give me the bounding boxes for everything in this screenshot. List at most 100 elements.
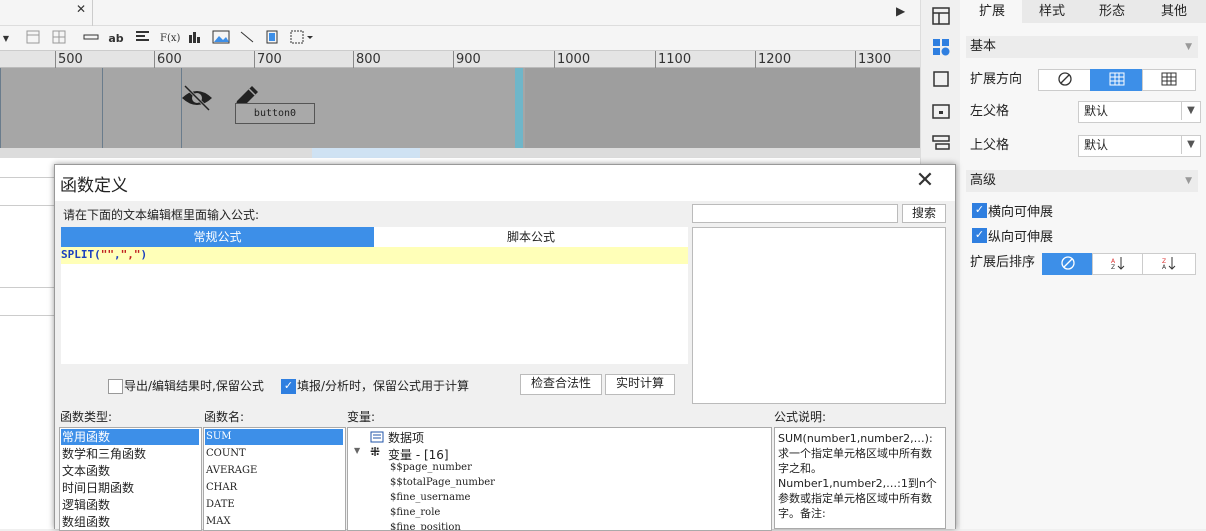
check-validity-button[interactable]: 检查合法性 bbox=[520, 374, 602, 395]
formula-description: SUM(number1,number2,…):求一个指定单元格区域中所有数字之和… bbox=[774, 427, 946, 529]
canvas-widget-button[interactable]: button0 bbox=[235, 103, 315, 124]
close-icon[interactable]: ✕ bbox=[914, 170, 936, 192]
list-item[interactable]: 逻辑函数 bbox=[61, 497, 110, 513]
tree-leaf[interactable]: $$page_number bbox=[390, 462, 472, 473]
function-type-list[interactable]: 常用函数 数学和三角函数 文本函数 时间日期函数 逻辑函数 数组函数 bbox=[59, 427, 202, 531]
top-parent-select[interactable]: 默认 ▼ bbox=[1078, 135, 1201, 157]
sort-none-option[interactable] bbox=[1042, 253, 1094, 275]
image-icon[interactable] bbox=[212, 30, 230, 47]
h-expand-checkbox[interactable]: ✓ bbox=[972, 203, 987, 218]
search-results-box[interactable] bbox=[692, 227, 946, 404]
list-item[interactable]: SUM bbox=[205, 429, 343, 445]
ruler-tick: 500 bbox=[55, 51, 83, 68]
top-parent-value: 默认 bbox=[1084, 138, 1109, 152]
list-item[interactable]: 时间日期函数 bbox=[61, 480, 134, 496]
function-name-header: 函数名: bbox=[204, 410, 245, 424]
search-button[interactable]: 搜索 bbox=[902, 204, 946, 223]
tab-style[interactable]: 样式 bbox=[1022, 0, 1083, 23]
dropdown-arrow-icon[interactable]: ▼ bbox=[1, 30, 11, 47]
list-item[interactable]: MAX bbox=[205, 514, 231, 530]
tree-leaf[interactable]: $$totalPage_number bbox=[390, 477, 495, 488]
advanced-section-title: 高级 bbox=[970, 173, 997, 188]
left-parent-value: 默认 bbox=[1084, 104, 1109, 118]
list-item[interactable]: AVERAGE bbox=[205, 463, 257, 479]
formula-arg1: "" bbox=[100, 248, 114, 261]
search-input[interactable] bbox=[692, 204, 898, 223]
widget-settings-icon[interactable] bbox=[931, 37, 951, 57]
sort-ascending-option[interactable]: AZ bbox=[1092, 253, 1144, 275]
advanced-section-header[interactable]: 高级 ▼ bbox=[966, 170, 1198, 192]
list-item[interactable]: 数组函数 bbox=[61, 514, 110, 530]
sort-descending-option[interactable]: ZA bbox=[1142, 253, 1196, 275]
ruler-tick: 600 bbox=[154, 51, 182, 68]
frame-icon[interactable] bbox=[931, 69, 951, 89]
ruler-tick: 800 bbox=[353, 51, 381, 68]
list-item[interactable]: CHAR bbox=[205, 480, 237, 496]
text-icon[interactable]: ab bbox=[108, 30, 124, 47]
grid-vertical-icon bbox=[1109, 72, 1125, 86]
keep-on-export-checkbox[interactable] bbox=[108, 379, 123, 394]
formula-prompt: 请在下面的文本编辑框里面输入公式: bbox=[63, 208, 260, 222]
expand-direction-label: 扩展方向 bbox=[970, 72, 1023, 87]
chart-icon[interactable] bbox=[187, 30, 203, 47]
chevron-down-icon: ▼ bbox=[1185, 42, 1192, 52]
divider bbox=[92, 0, 93, 26]
line-icon[interactable] bbox=[83, 30, 99, 47]
list-item[interactable]: 文本函数 bbox=[61, 463, 110, 479]
grid-icon[interactable] bbox=[52, 30, 66, 47]
tree-leaf[interactable]: $fine_role bbox=[390, 507, 440, 518]
current-line-highlight bbox=[61, 247, 688, 264]
function-name-list[interactable]: SUM COUNT AVERAGE CHAR DATE MAX bbox=[203, 427, 346, 531]
v-expand-label: 纵向可伸展 bbox=[988, 230, 1054, 245]
tree-leaf[interactable]: $fine_username bbox=[390, 492, 470, 503]
description-header: 公式说明: bbox=[774, 410, 827, 424]
sort-label: 扩展后排序 bbox=[970, 255, 1036, 270]
keep-on-fill-checkbox[interactable]: ✓ bbox=[281, 379, 296, 394]
tab-form[interactable]: 形态 bbox=[1082, 0, 1143, 23]
direction-vertical-option[interactable] bbox=[1090, 69, 1144, 91]
grid-horizontal-icon bbox=[1161, 72, 1177, 86]
tab-script-formula[interactable]: 脚本公式 bbox=[374, 227, 688, 247]
tree-node-data-item[interactable]: 数据项 bbox=[388, 429, 424, 446]
row-line bbox=[0, 205, 56, 206]
tree-leaf[interactable]: $fine_position bbox=[390, 522, 461, 530]
formula-editor[interactable] bbox=[61, 247, 688, 364]
direction-horizontal-option[interactable] bbox=[1142, 69, 1196, 91]
v-expand-checkbox[interactable]: ✓ bbox=[972, 228, 987, 243]
selected-column-header bbox=[312, 148, 420, 158]
list-item[interactable]: 数学和三角函数 bbox=[61, 446, 146, 462]
tree-node-variable-group[interactable]: 变量 - [16] bbox=[388, 446, 449, 463]
formula-icon[interactable]: F(x) bbox=[160, 30, 180, 47]
close-icon[interactable]: ✕ bbox=[76, 3, 86, 15]
basic-section-title: 基本 bbox=[970, 39, 997, 54]
basic-section-header[interactable]: 基本 ▼ bbox=[966, 36, 1198, 58]
page-icon[interactable] bbox=[265, 30, 279, 47]
list-item[interactable]: DATE bbox=[205, 497, 235, 513]
hidden-eye-icon[interactable] bbox=[180, 82, 214, 112]
ruler-tick: 700 bbox=[254, 51, 282, 68]
list-item[interactable]: 常用函数 bbox=[61, 429, 199, 445]
tab-expand[interactable]: 扩展 bbox=[962, 0, 1023, 23]
slash-icon[interactable] bbox=[239, 30, 255, 47]
realtime-calc-button[interactable]: 实时计算 bbox=[605, 374, 675, 395]
formula-text[interactable]: SPLIT("",",") bbox=[61, 248, 147, 261]
border-icon[interactable] bbox=[290, 30, 314, 47]
tab-other[interactable]: 其他 bbox=[1142, 0, 1206, 23]
list-item[interactable]: COUNT bbox=[205, 446, 246, 462]
formula-close: ) bbox=[140, 248, 148, 261]
left-parent-select[interactable]: 默认 ▼ bbox=[1078, 101, 1201, 123]
align-icon[interactable] bbox=[135, 30, 151, 47]
dialog-title: 函数定义 bbox=[60, 176, 128, 196]
ruler-tick: 1200 bbox=[755, 51, 791, 68]
popup-icon[interactable] bbox=[931, 101, 951, 121]
pin-icon[interactable]: ▶ bbox=[896, 4, 905, 18]
cell-attr-icon[interactable] bbox=[931, 6, 951, 26]
ruler-tick: 1300 bbox=[855, 51, 891, 68]
variable-tree[interactable]: 数据项 ▼ ⁜ 变量 - [16] $$page_number $$totalP… bbox=[347, 427, 772, 531]
expand-toggle-icon[interactable]: ▼ bbox=[354, 446, 360, 455]
condition-icon[interactable] bbox=[931, 133, 951, 153]
direction-none-option[interactable] bbox=[1038, 69, 1092, 91]
canvas-boundary-bar[interactable] bbox=[515, 68, 523, 148]
tab-normal-formula[interactable]: 常规公式 bbox=[61, 227, 374, 247]
format-icon[interactable] bbox=[26, 30, 40, 47]
